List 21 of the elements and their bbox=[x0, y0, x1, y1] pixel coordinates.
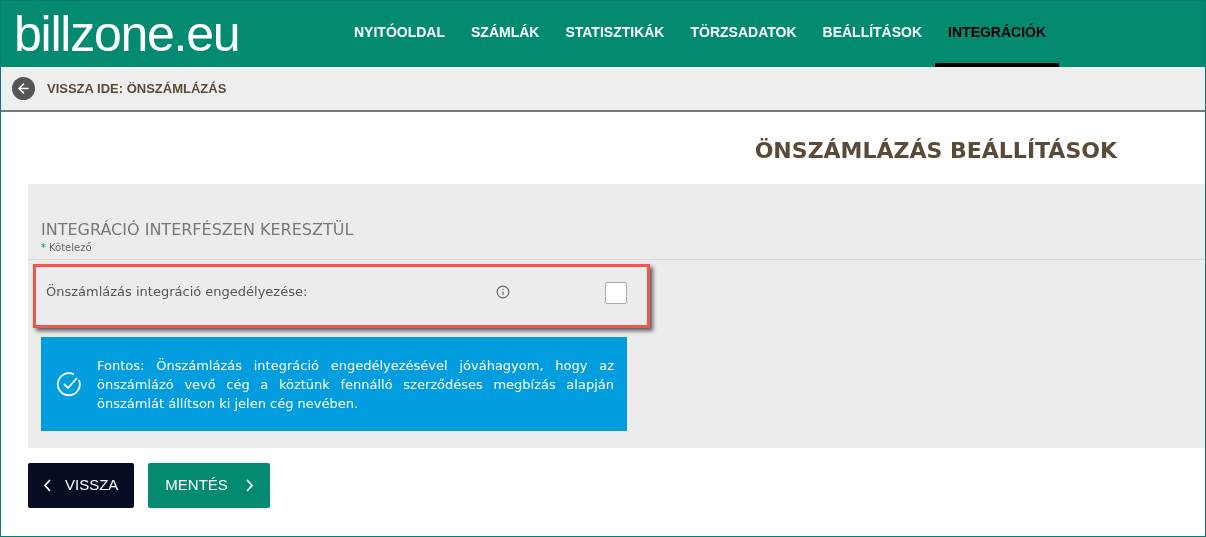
notice-text: Fontos: Önszámlázás integráció engedélyezésével jóváhagyom, hogy az önszámlázó vevő cég a köztünk fennálló szerződéses megbízás alapján önszámlát állítson ki jelen cég nevében. bbox=[97, 356, 614, 413]
nav-tab[interactable]: NYITÓOLDAL bbox=[341, 1, 458, 67]
required-mark: * bbox=[41, 241, 46, 255]
info-icon[interactable] bbox=[496, 285, 510, 299]
field-label: Önszámlázás integráció engedélyezése: bbox=[46, 283, 309, 301]
save-button[interactable]: MENTÉS bbox=[148, 463, 270, 508]
chevron-left-icon bbox=[44, 479, 51, 492]
back-button[interactable]: VISSZA bbox=[28, 463, 135, 508]
nav-tab[interactable]: BEÁLLÍTÁSOK bbox=[809, 1, 936, 67]
nav-tab[interactable]: SZÁMLÁK bbox=[458, 1, 553, 67]
check-circle-icon bbox=[55, 370, 83, 398]
chevron-right-icon bbox=[245, 479, 253, 492]
logo[interactable]: billzone.eu bbox=[14, 9, 240, 59]
nav-tab[interactable]: TÖRZSADATOK bbox=[677, 1, 810, 67]
section-title: INTEGRÁCIÓ INTERFÉSZEN KERESZTÜL bbox=[41, 220, 355, 240]
back-link[interactable]: VISSZA IDE: ÖNSZÁMLÁZÁS bbox=[47, 78, 227, 99]
nav-tab[interactable]: STATISZTIKÁK bbox=[552, 1, 678, 67]
page-title: ÖNSZÁMLÁZÁS BEÁLLÍTÁSOK bbox=[754, 137, 1117, 165]
back-icon[interactable] bbox=[12, 77, 35, 100]
checkbox[interactable] bbox=[605, 282, 627, 304]
required-note: Kötelező bbox=[49, 241, 92, 255]
